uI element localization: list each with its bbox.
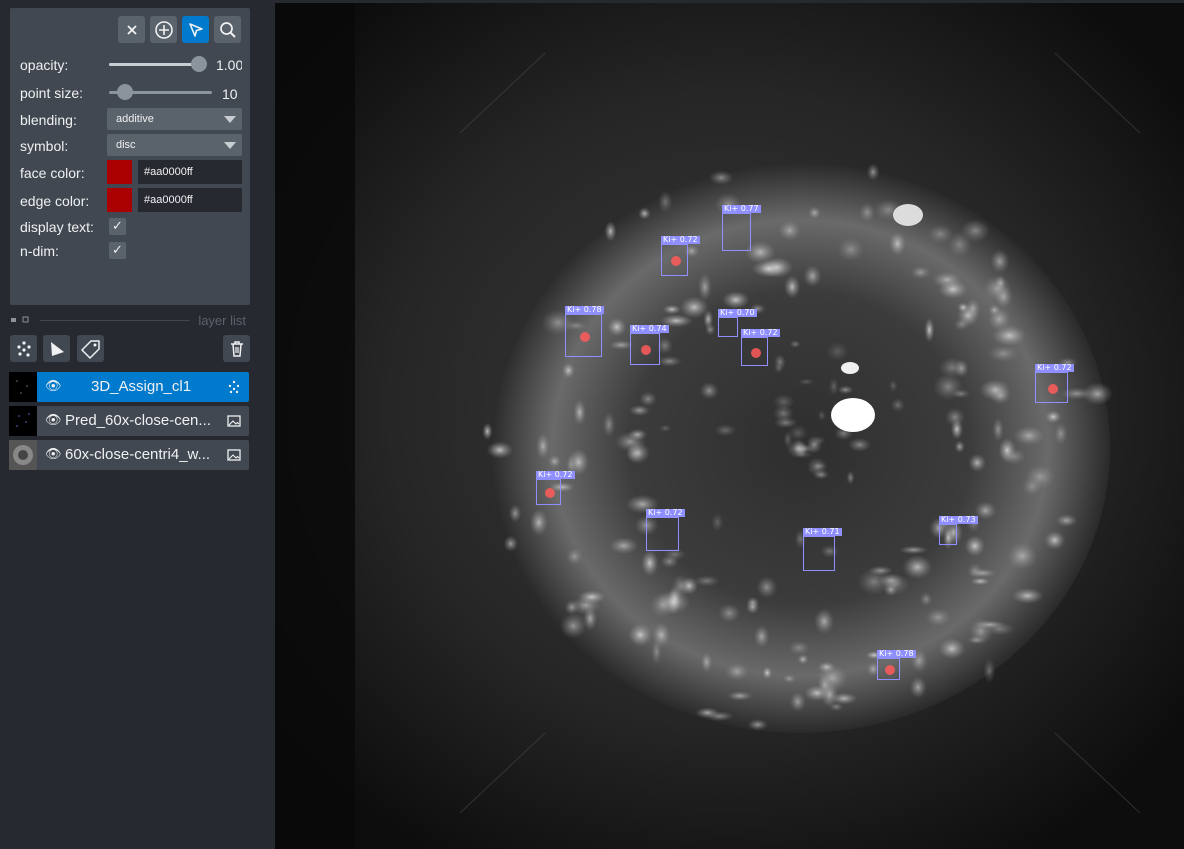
layer-list-divider: layer list [10, 313, 250, 328]
point-marker[interactable] [641, 345, 651, 355]
face-color-label: face color: [20, 165, 85, 181]
left-panel: opacity: 1.00 point size: 10 blending: a… [0, 0, 275, 849]
detection-box: Ki+ 0.74 [630, 325, 669, 365]
detection-label: Ki+ 0.78 [877, 649, 916, 658]
detection-label: Ki+ 0.71 [803, 527, 842, 536]
select-arrow-icon [188, 22, 203, 37]
opacity-slider-fill [109, 63, 204, 66]
image-canvas[interactable]: Ki+ 0.77 Ki+ 0.72 Ki+ 0.78 Ki+ 0.74 Ki+ 0.70… [275, 3, 1184, 849]
close-icon [126, 24, 137, 35]
point-marker[interactable] [884, 665, 895, 675]
detection-label: Ki+ 0.72 [741, 328, 780, 337]
display-text-label: display text: [20, 219, 94, 235]
zoom-magnifier-icon [219, 21, 236, 38]
label-tag-icon [80, 339, 100, 359]
image-icon [227, 449, 241, 461]
detection-label: Ki+ 0.74 [630, 324, 669, 333]
checkmark-icon: ✓ [112, 219, 123, 234]
detection-box: Ki+ 0.77 [722, 205, 761, 251]
new-shapes-layer-button[interactable] [43, 335, 70, 362]
symbol-value: disc [116, 139, 136, 151]
layer-row-60x-close[interactable]: 👁 60x-close-centri4_w... [9, 440, 249, 470]
opacity-slider-handle[interactable] [191, 56, 207, 72]
detection-box: Ki+ 0.70 [718, 309, 757, 337]
detection-box: Ki+ 0.72 [1035, 364, 1074, 403]
face-color-swatch[interactable] [107, 160, 132, 184]
face-color-hex-input[interactable]: #aa0000ff [138, 160, 242, 184]
visibility-eye-icon[interactable]: 👁 [45, 447, 62, 462]
points-icon [16, 340, 31, 357]
add-points-button[interactable] [150, 16, 177, 43]
opacity-label: opacity: [20, 57, 69, 73]
symbol-label: symbol: [20, 138, 69, 154]
detection-label: Ki+ 0.72 [646, 508, 685, 517]
point-size-value: 10 [222, 86, 238, 102]
select-points-button[interactable] [182, 16, 209, 43]
display-text-checkbox[interactable]: ✓ [109, 218, 126, 235]
microscopy-image [275, 3, 1184, 849]
point-marker[interactable] [750, 347, 761, 358]
blending-dropdown[interactable]: additive [107, 108, 242, 130]
divider-line [40, 320, 190, 321]
visibility-eye-icon[interactable]: 👁 [45, 379, 62, 394]
detection-box: Ki+ 0.72 [661, 236, 700, 276]
point-marker[interactable] [670, 256, 681, 266]
points-icon [228, 380, 240, 394]
new-labels-layer-button[interactable] [77, 335, 104, 362]
detection-label: Ki+ 0.70 [718, 308, 757, 317]
add-points-icon [154, 20, 173, 39]
shapes-icon [50, 341, 64, 356]
detection-label: Ki+ 0.72 [536, 470, 575, 479]
layer-row-pred[interactable]: 👁 Pred_60x-close-cen... [9, 406, 249, 436]
layer-thumbnail [9, 372, 37, 402]
detection-box: Ki+ 0.72 [536, 471, 575, 505]
point-marker[interactable] [579, 331, 590, 342]
point-marker[interactable] [544, 488, 555, 498]
detection-label: Ki+ 0.78 [565, 305, 604, 314]
blending-value: additive [116, 113, 154, 125]
opacity-value: 1.00 [216, 57, 242, 73]
delete-layer-button[interactable] [223, 335, 250, 362]
detection-box: Ki+ 0.73 [939, 516, 978, 545]
detection-label: Ki+ 0.72 [661, 235, 700, 244]
layer-thumbnail [9, 440, 37, 470]
detection-box: Ki+ 0.78 [565, 306, 604, 357]
symbol-dropdown[interactable]: disc [107, 134, 242, 156]
detection-label: Ki+ 0.73 [939, 515, 978, 524]
point-size-label: point size: [20, 85, 84, 101]
visibility-eye-icon[interactable]: 👁 [45, 413, 62, 428]
layer-name: 60x-close-centri4_w... [65, 446, 211, 463]
detection-label: Ki+ 0.72 [1035, 363, 1074, 372]
layer-name: Pred_60x-close-cen... [65, 412, 211, 429]
detection-box: Ki+ 0.72 [741, 329, 780, 366]
layer-thumbnail [9, 406, 37, 436]
layer-list-title: layer list [198, 313, 246, 328]
image-icon [227, 415, 241, 427]
detection-box: Ki+ 0.71 [803, 528, 842, 571]
point-size-slider-handle[interactable] [116, 84, 133, 100]
pan-zoom-button[interactable] [214, 16, 241, 43]
chevron-down-icon [224, 142, 236, 149]
delete-points-button[interactable] [118, 16, 145, 43]
detection-box: Ki+ 0.72 [646, 509, 685, 551]
edge-color-swatch[interactable] [107, 188, 132, 212]
n-dim-label: n-dim: [20, 243, 59, 259]
edge-color-label: edge color: [20, 193, 90, 209]
n-dim-checkbox[interactable]: ✓ [109, 242, 126, 259]
new-points-layer-button[interactable] [10, 335, 37, 362]
layer-row-3d-assign[interactable]: 👁 3D_Assign_cl1 [9, 372, 249, 402]
layer-name: 3D_Assign_cl1 [91, 378, 192, 395]
detection-label: Ki+ 0.77 [722, 204, 761, 213]
dock-float-icon[interactable] [10, 315, 32, 325]
chevron-down-icon [224, 116, 236, 123]
edge-color-hex-input[interactable]: #aa0000ff [138, 188, 242, 212]
detection-box: Ki+ 0.78 [877, 650, 916, 680]
blending-label: blending: [20, 112, 77, 128]
layer-controls-panel: opacity: 1.00 point size: 10 blending: a… [10, 8, 250, 305]
checkmark-icon: ✓ [112, 243, 123, 258]
point-marker[interactable] [1047, 383, 1058, 394]
trash-icon [230, 340, 243, 357]
